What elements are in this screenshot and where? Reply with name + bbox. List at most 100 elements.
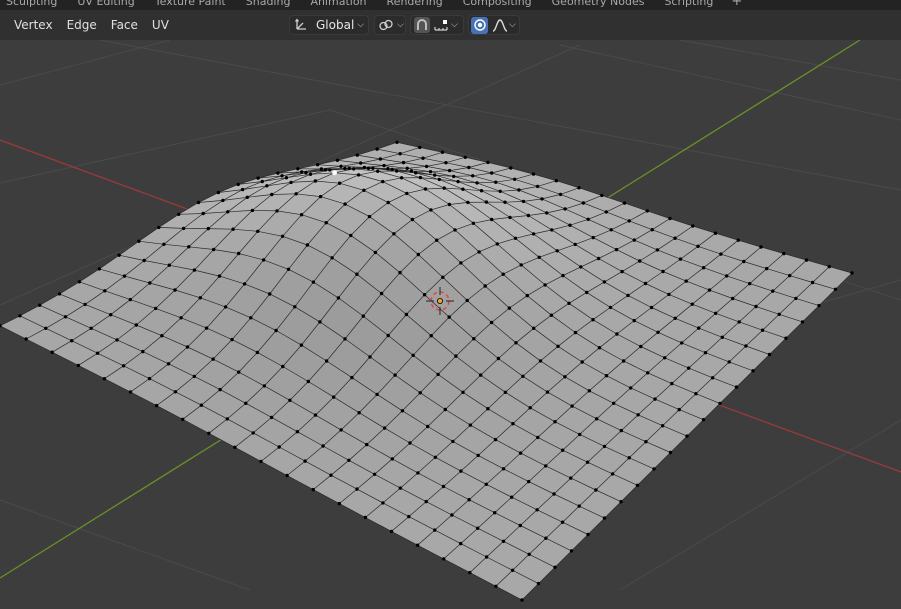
mesh-vertex xyxy=(160,334,164,338)
mesh-vertex xyxy=(486,407,490,411)
mesh-vertex xyxy=(395,140,399,144)
mesh-vertex xyxy=(411,353,415,357)
mesh-vertex xyxy=(725,274,729,278)
mesh-vertex xyxy=(788,273,792,278)
mesh-vertex xyxy=(128,390,133,394)
mesh-vertex xyxy=(532,326,536,330)
mesh-faces[interactable] xyxy=(0,142,852,600)
tab-sculpting[interactable]: Sculpting xyxy=(0,0,67,10)
mesh-vertex xyxy=(166,362,171,366)
mesh-vertex xyxy=(265,184,269,188)
magnet-icon[interactable] xyxy=(414,17,430,33)
mesh-vertex xyxy=(416,252,420,257)
mesh-vertex xyxy=(621,359,626,363)
add-workspace-button[interactable]: + xyxy=(723,0,750,10)
mesh-vertex xyxy=(422,293,427,297)
menu-face[interactable]: Face xyxy=(104,18,145,32)
transform-orientation-dropdown[interactable]: Global ⌵ xyxy=(289,15,369,35)
mesh-vertex xyxy=(83,302,87,307)
menu-edge[interactable]: Edge xyxy=(60,18,104,32)
tab-animation[interactable]: Animation xyxy=(300,0,376,10)
tab-geometry-nodes[interactable]: Geometry Nodes xyxy=(542,0,655,10)
mesh-vertex xyxy=(604,374,609,378)
mesh-vertex xyxy=(526,213,531,218)
mesh-vertex xyxy=(245,195,249,199)
tab-scripting[interactable]: Scripting xyxy=(654,0,723,10)
menu-uv[interactable]: UV xyxy=(145,18,176,32)
workspace-tabs: Sculpting UV Editing Texture Paint Shadi… xyxy=(0,0,750,10)
mesh-vertex xyxy=(134,323,138,327)
mesh-vertex xyxy=(519,263,523,267)
mesh-vertex xyxy=(256,229,260,233)
mesh-vertex xyxy=(760,328,765,332)
mesh-vertex xyxy=(782,251,786,256)
tab-texture-paint[interactable]: Texture Paint xyxy=(145,0,236,10)
mesh-vertex xyxy=(268,292,272,296)
mesh-vertex xyxy=(490,217,494,222)
mesh-vertex xyxy=(237,370,241,374)
mesh-vertex xyxy=(591,235,595,240)
mesh-vertex xyxy=(701,266,706,270)
mesh-vertex xyxy=(632,238,636,242)
mesh-vertex xyxy=(493,511,497,515)
mesh-vertex xyxy=(466,200,470,205)
mesh-vertex xyxy=(393,373,397,377)
mesh-vertex xyxy=(261,258,266,262)
mesh-vertex xyxy=(784,336,788,340)
mesh-vertex xyxy=(459,261,463,265)
mesh-vertex xyxy=(416,471,420,475)
mesh-vertex xyxy=(192,268,197,272)
mesh-vertex xyxy=(429,208,433,212)
mesh-vertex xyxy=(561,273,565,278)
mesh-vertex xyxy=(102,377,107,381)
snap-increment-icon[interactable] xyxy=(434,18,450,32)
mesh-vertex xyxy=(122,274,127,278)
tab-rendering[interactable]: Rendering xyxy=(377,0,453,10)
mesh-vertex xyxy=(521,374,525,378)
tab-compositing[interactable]: Compositing xyxy=(453,0,542,10)
mesh-vertex xyxy=(477,250,481,254)
viewport-scene[interactable] xyxy=(0,40,901,609)
mesh-vertex xyxy=(528,406,532,410)
mesh-vertex xyxy=(63,315,68,319)
mesh-vertex xyxy=(404,312,409,317)
mesh-vertex xyxy=(76,363,81,368)
mesh-vertex xyxy=(179,316,183,320)
mesh-vertex xyxy=(525,293,529,298)
proportional-edit-icon[interactable] xyxy=(471,16,488,34)
mesh-vertex xyxy=(196,200,201,205)
pivot-point-dropdown[interactable]: ⌵ xyxy=(374,15,406,35)
mesh-vertex xyxy=(352,167,356,171)
mesh-vertex xyxy=(476,453,480,458)
mesh-vertex xyxy=(521,199,526,204)
mesh-vertex xyxy=(337,181,342,185)
mesh-vertex xyxy=(50,350,54,354)
mesh-vertex xyxy=(639,344,643,349)
tab-uv-editing[interactable]: UV Editing xyxy=(67,0,144,10)
mesh-vertex xyxy=(777,312,781,316)
mesh-vertex xyxy=(206,226,210,231)
mesh-vertex xyxy=(262,384,266,388)
mesh-vertex xyxy=(375,392,379,397)
mesh-vertex xyxy=(368,355,372,359)
mesh-vertex xyxy=(644,440,648,444)
mesh-vertex xyxy=(305,243,310,247)
mesh-vertex xyxy=(256,176,260,180)
mesh-vertex xyxy=(142,258,146,263)
smooth-falloff-icon[interactable] xyxy=(492,18,508,32)
3d-viewport[interactable] xyxy=(0,40,901,609)
mesh-vertex xyxy=(244,401,248,405)
mesh-vertex xyxy=(697,326,701,330)
mesh-vertex xyxy=(300,170,304,174)
mesh-vertex xyxy=(600,193,604,198)
mesh-vertex xyxy=(285,473,289,478)
mesh-vertex xyxy=(398,152,402,156)
mesh-vertex xyxy=(280,174,284,178)
mesh-vertex xyxy=(373,250,378,255)
mesh-vertex xyxy=(217,274,222,278)
mesh-vertex xyxy=(426,424,430,429)
menu-vertex[interactable]: Vertex xyxy=(7,18,60,32)
tab-shading[interactable]: Shading xyxy=(236,0,301,10)
mesh-vertex xyxy=(713,231,718,235)
mesh-vertex xyxy=(231,227,235,231)
